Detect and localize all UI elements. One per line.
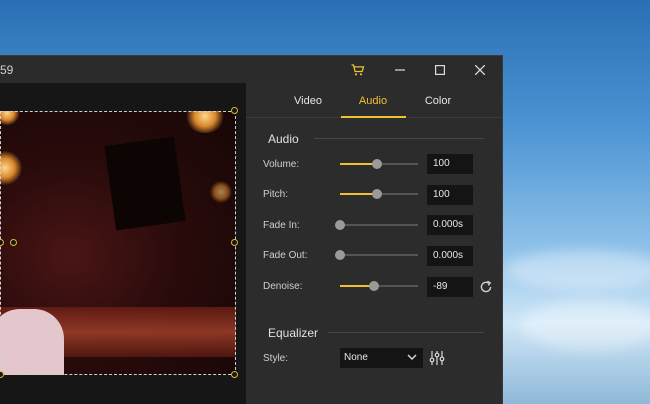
denoise-input[interactable]: -89 [427, 277, 473, 297]
fade-in-slider[interactable] [335, 220, 418, 230]
volume-label: Volume: [263, 159, 300, 170]
equalizer-icon[interactable] [429, 350, 445, 366]
reset-icon[interactable] [479, 280, 493, 294]
denoise-label: Denoise: [263, 281, 303, 292]
editor-window: 59 Video Audio Color Audio Volume: 100 P… [0, 55, 503, 404]
volume-slider[interactable] [340, 159, 418, 169]
crop-handle[interactable] [231, 239, 238, 246]
equalizer-style-value: None [344, 352, 368, 363]
crop-handle[interactable] [231, 371, 238, 378]
cart-icon [351, 63, 365, 75]
crop-handle[interactable] [10, 239, 17, 246]
minimize-icon [395, 68, 405, 71]
fade-in-input[interactable]: 0.000s [427, 215, 473, 235]
style-label: Style: [263, 353, 289, 364]
crop-handle[interactable] [0, 371, 4, 378]
settings-panel: Video Audio Color Audio Volume: 100 Pitc… [246, 83, 502, 404]
equalizer-style-select[interactable]: None [340, 348, 423, 368]
denoise-slider[interactable] [340, 281, 418, 291]
pitch-label: Pitch: [263, 189, 289, 200]
fade-out-slider[interactable] [335, 250, 418, 260]
equalizer-section-title: Equalizer [268, 326, 319, 340]
cloud [520, 300, 650, 350]
divider [314, 138, 484, 139]
audio-section-title: Audio [268, 132, 299, 146]
video-preview [0, 83, 246, 404]
close-button[interactable] [460, 56, 500, 83]
crop-handle[interactable] [231, 107, 238, 114]
pitch-input[interactable]: 100 [427, 185, 473, 205]
pitch-slider[interactable] [340, 189, 418, 199]
maximize-icon [435, 64, 445, 75]
tab-bar: Video Audio Color [246, 83, 502, 118]
cloud [505, 250, 650, 290]
fade-out-label: Fade Out: [263, 250, 308, 261]
volume-input[interactable]: 100 [427, 154, 473, 174]
cart-button[interactable] [338, 56, 378, 83]
fade-out-slider-knob[interactable] [335, 250, 345, 260]
maximize-button[interactable] [420, 56, 460, 83]
active-tab-indicator [341, 116, 406, 118]
divider [328, 332, 484, 333]
window-title: 59 [0, 63, 14, 77]
chevron-down-icon [407, 354, 417, 360]
tab-audio[interactable]: Audio [359, 95, 387, 107]
close-icon [475, 64, 485, 75]
fade-out-input[interactable]: 0.000s [427, 246, 473, 266]
tab-color[interactable]: Color [425, 95, 451, 107]
crop-box[interactable] [0, 111, 236, 375]
tab-video[interactable]: Video [294, 95, 322, 107]
denoise-slider-knob[interactable] [369, 281, 379, 291]
pitch-slider-knob[interactable] [372, 189, 382, 199]
volume-slider-knob[interactable] [372, 159, 382, 169]
fade-in-slider-knob[interactable] [335, 220, 345, 230]
minimize-button[interactable] [380, 56, 420, 83]
fade-in-label: Fade In: [263, 220, 300, 231]
titlebar: 59 [0, 56, 502, 83]
